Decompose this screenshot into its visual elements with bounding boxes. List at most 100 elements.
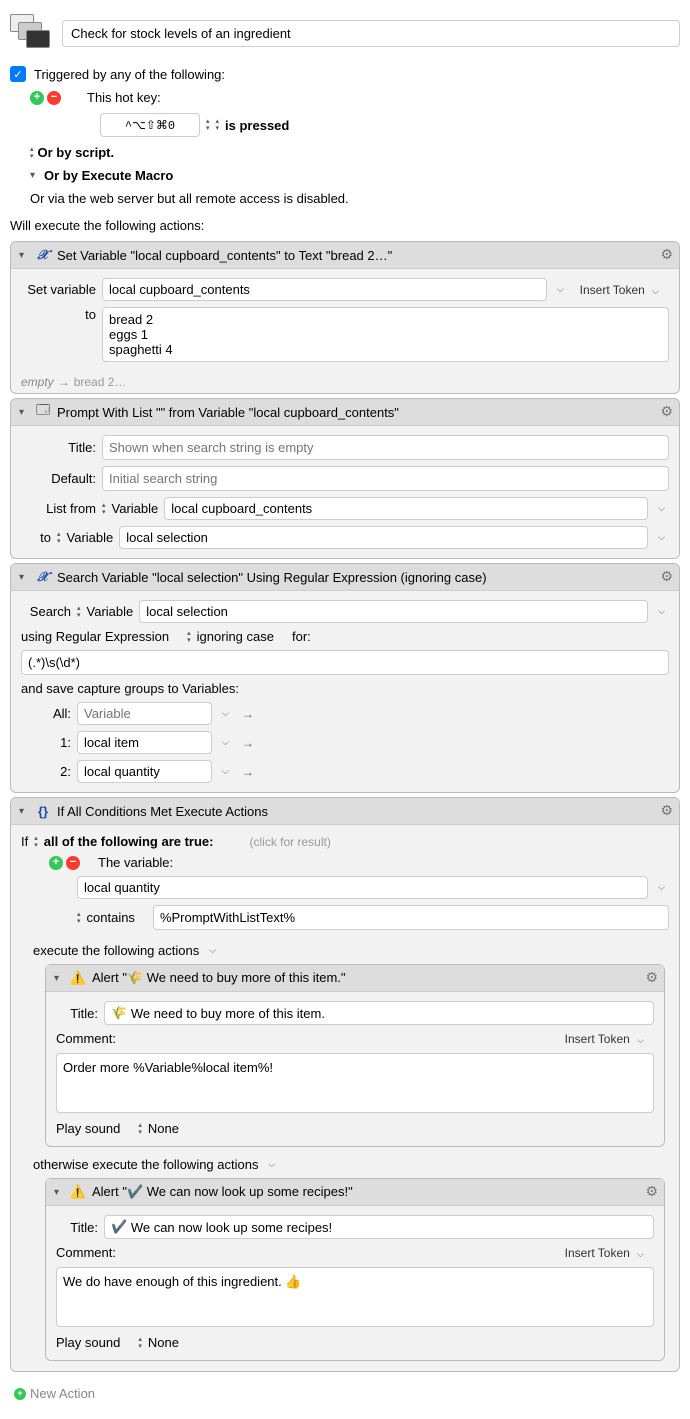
remove-condition-button[interactable]: −	[66, 856, 80, 870]
variable-token: Variable	[112, 501, 159, 516]
to-label: to	[21, 307, 96, 322]
arrow-button[interactable]: →	[239, 736, 257, 750]
chevron-down-icon[interactable]: ⌵	[654, 606, 669, 617]
if-mode-stepper[interactable]: ▴▾	[34, 835, 38, 849]
cg1-input[interactable]	[77, 731, 212, 754]
prompt-title-input[interactable]	[102, 435, 669, 460]
comment-label: Comment:	[56, 1245, 116, 1260]
the-variable-label: The variable:	[98, 855, 173, 870]
disclosure-icon[interactable]: ▾	[19, 806, 29, 817]
script-stepper[interactable]: ▴▾	[30, 146, 34, 160]
braces-icon: {}	[35, 803, 51, 819]
chevron-down-icon[interactable]: ⌵	[218, 708, 233, 719]
action-title: Set Variable "local cupboard_contents" t…	[57, 248, 392, 263]
variable-name-select[interactable]: local cupboard_contents	[102, 278, 547, 301]
cg-all-input[interactable]	[77, 702, 212, 725]
action-title: Alert "✔️ We can now look up some recipe…	[92, 1184, 353, 1200]
arrow-button[interactable]: →	[239, 765, 257, 779]
chevron-down-icon[interactable]: ⌵	[205, 945, 220, 956]
hotkey-state-label: is pressed	[225, 118, 289, 133]
contains-stepper[interactable]: ▴▾	[77, 911, 81, 925]
warning-icon: ⚠️	[70, 970, 86, 986]
add-trigger-button[interactable]: +	[30, 91, 44, 105]
alert-title-input[interactable]: 🌾 We need to buy more of this item.	[104, 1001, 654, 1025]
cg2-input[interactable]	[77, 760, 212, 783]
or-by-script-row[interactable]: ▴▾ Or by script.	[0, 141, 690, 164]
action-header[interactable]: ▾ ⚠️ Alert "✔️ We can now look up some r…	[46, 1179, 664, 1206]
trigger-checkbox[interactable]: ✓	[10, 66, 26, 82]
gear-icon[interactable]: ⚙	[645, 1183, 658, 1200]
action-header[interactable]: ▾ 𝒳 Set Variable "local cupboard_content…	[11, 242, 679, 269]
insert-token-button[interactable]: Insert Token ⌵	[559, 1032, 654, 1046]
to-stepper[interactable]: ▴▾	[57, 531, 61, 545]
alert-comment-area[interactable]: We do have enough of this ingredient. 👍	[56, 1267, 654, 1327]
action-header[interactable]: ▾ ⚠️ Alert "🌾 We need to buy more of thi…	[46, 965, 664, 992]
action-title: Search Variable "local selection" Using …	[57, 570, 487, 585]
alert-title-input[interactable]: ✔️ We can now look up some recipes!	[104, 1215, 654, 1239]
list-from-var-select[interactable]: local cupboard_contents	[164, 497, 648, 520]
variable-token: Variable	[87, 604, 134, 619]
chevron-down-icon[interactable]: ⌵	[654, 503, 669, 514]
search-type-stepper[interactable]: ▴▾	[77, 605, 81, 619]
action-set-variable: ▾ 𝒳 Set Variable "local cupboard_content…	[10, 241, 680, 394]
or-by-execute-row[interactable]: ▾ Or by Execute Macro	[0, 164, 690, 187]
to-var-select[interactable]: local selection	[119, 526, 648, 549]
execute-disclosure[interactable]: ▾	[30, 170, 40, 181]
macro-title-input[interactable]	[62, 20, 680, 47]
action-header[interactable]: ▾ 𝒳 Search Variable "local selection" Us…	[11, 564, 679, 591]
disclosure-icon[interactable]: ▾	[19, 250, 29, 261]
default-label: Default:	[21, 471, 96, 486]
chevron-down-icon[interactable]: ⌵	[654, 532, 669, 543]
disclosure-icon[interactable]: ▾	[54, 973, 64, 984]
remove-trigger-button[interactable]: −	[47, 91, 61, 105]
gear-icon[interactable]: ⚙	[660, 802, 673, 819]
chevron-down-icon[interactable]: ⌵	[218, 737, 233, 748]
disclosure-icon[interactable]: ▾	[54, 1187, 64, 1198]
chevron-down-icon[interactable]: ⌵	[264, 1159, 279, 1170]
wheat-icon: 🌾	[111, 1005, 127, 1021]
insert-token-button[interactable]: Insert Token ⌵	[574, 283, 669, 297]
chevron-down-icon[interactable]: ⌵	[654, 882, 669, 893]
text-value-area[interactable]: bread 2 eggs 1 spaghetti 4	[102, 307, 669, 362]
disclosure-icon[interactable]: ▾	[19, 407, 29, 418]
will-execute-label: Will execute the following actions:	[0, 210, 690, 237]
via-web-label: Or via the web server but all remote acc…	[0, 187, 690, 210]
insert-token-button[interactable]: Insert Token ⌵	[559, 1246, 654, 1260]
action-header[interactable]: ▾ {} If All Conditions Met Execute Actio…	[11, 798, 679, 825]
warning-icon: ⚠️	[70, 1184, 86, 1200]
hotkey-state-stepper[interactable]: ▴▾	[216, 118, 220, 132]
gear-icon[interactable]: ⚙	[660, 403, 673, 420]
hotkey-stepper[interactable]: ▴▾	[206, 118, 210, 132]
add-condition-button[interactable]: +	[49, 856, 63, 870]
alert-comment-area[interactable]: Order more %Variable%local item%!	[56, 1053, 654, 1113]
click-for-result[interactable]: (click for result)	[249, 835, 330, 849]
for-label: for:	[292, 629, 311, 644]
case-stepper[interactable]: ▴▾	[187, 630, 191, 644]
hotkey-input[interactable]	[100, 113, 200, 137]
search-var-select[interactable]: local selection	[139, 600, 648, 623]
new-action-button[interactable]: + New Action	[0, 1376, 690, 1419]
comment-label: Comment:	[56, 1031, 116, 1046]
all-true-label: all of the following are true:	[44, 834, 214, 849]
play-sound-label: Play sound	[56, 1121, 120, 1136]
gear-icon[interactable]: ⚙	[645, 969, 658, 986]
chevron-down-icon[interactable]: ⌵	[218, 766, 233, 777]
gear-icon[interactable]: ⚙	[660, 246, 673, 263]
disclosure-icon[interactable]: ▾	[19, 572, 29, 583]
sound-stepper[interactable]: ▴▾	[138, 1122, 142, 1136]
action-title: Alert "🌾 We need to buy more of this ite…	[92, 970, 346, 986]
variable-icon: 𝒳	[35, 569, 51, 585]
action-header[interactable]: ▾ 🗔 Prompt With List "" from Variable "l…	[11, 399, 679, 426]
gear-icon[interactable]: ⚙	[660, 568, 673, 585]
regex-input[interactable]	[21, 650, 669, 675]
action-prompt-list: ▾ 🗔 Prompt With List "" from Variable "l…	[10, 398, 680, 559]
condition-var-select[interactable]: local quantity	[77, 876, 648, 899]
list-from-label: List from	[21, 501, 96, 516]
cg-all-label: All:	[41, 706, 71, 721]
prompt-default-input[interactable]	[102, 466, 669, 491]
sound-stepper[interactable]: ▴▾	[138, 1336, 142, 1350]
list-from-stepper[interactable]: ▴▾	[102, 502, 106, 516]
chevron-down-icon[interactable]: ⌵	[553, 284, 568, 295]
arrow-button[interactable]: →	[239, 707, 257, 721]
contains-value-input[interactable]	[153, 905, 669, 930]
